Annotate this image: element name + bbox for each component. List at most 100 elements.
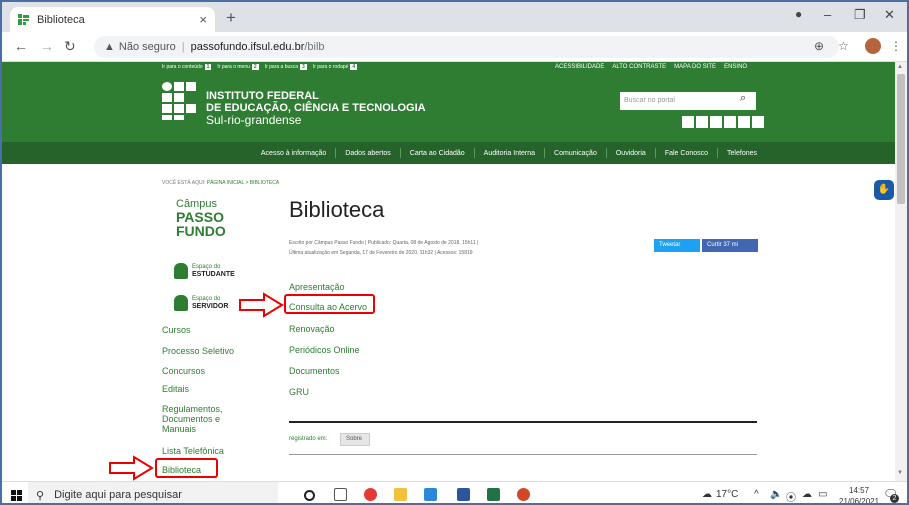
top-links: ACESSIBILIDADE ALTO CONTRASTE MAPA DO SI… bbox=[555, 64, 747, 70]
temperature[interactable]: 17°C bbox=[716, 489, 738, 500]
powerpoint-icon[interactable] bbox=[517, 488, 530, 501]
chrome-icon[interactable] bbox=[364, 488, 377, 501]
page-viewport: Ir para o conteúdo 1 Ir para o menu 2 Ir p… bbox=[2, 62, 895, 481]
profile-indicator-icon[interactable]: ● bbox=[795, 7, 802, 21]
app-icon[interactable] bbox=[424, 488, 437, 501]
tab-strip: Biblioteca × + ● – ❐ ✕ bbox=[2, 2, 907, 32]
bookmark-star-icon[interactable]: ☆ bbox=[838, 39, 849, 53]
reload-icon[interactable]: ↻ bbox=[64, 38, 76, 55]
espaco-servidor-link[interactable]: Espaço do SERVIDOR bbox=[174, 295, 228, 311]
accessibility-widget-icon[interactable]: ✋ bbox=[874, 180, 894, 200]
menu-fale-conosco[interactable]: Fale Conosco bbox=[665, 150, 708, 157]
forward-arrow-icon[interactable]: → bbox=[40, 38, 54, 54]
content-divider bbox=[289, 421, 757, 423]
sidebar-item-regulamentos[interactable]: Regulamentos, Documentos e Manuais bbox=[162, 404, 252, 434]
top-link-ensino[interactable]: ENSINO bbox=[724, 64, 747, 70]
volume-icon[interactable]: 🔈 bbox=[770, 489, 782, 500]
sidebar-item-processo-seletivo[interactable]: Processo Seletivo bbox=[162, 346, 252, 356]
menu-dots-icon[interactable]: ⋮ bbox=[890, 39, 902, 53]
link-apresentacao[interactable]: Apresentação bbox=[289, 282, 345, 292]
tweet-button[interactable]: Tweetar bbox=[654, 239, 700, 252]
wifi-icon[interactable]: ⦿ bbox=[786, 489, 796, 503]
menu-dados-abertos[interactable]: Dados abertos bbox=[345, 150, 391, 157]
file-explorer-icon[interactable] bbox=[394, 488, 407, 501]
taskbar-search-input[interactable]: ⚲ Digite aqui para pesquisar bbox=[28, 482, 278, 503]
highlight-biblioteca bbox=[155, 458, 218, 478]
menu-auditoria-interna[interactable]: Auditoria Interna bbox=[484, 150, 535, 157]
taskbar-clock[interactable]: 14:57 21/06/2021 bbox=[839, 485, 879, 503]
tray-chevron-icon[interactable]: ^ bbox=[754, 489, 759, 500]
student-icon bbox=[174, 263, 188, 279]
access-link[interactable]: Ir para a busca 3 bbox=[265, 64, 307, 70]
url-field[interactable]: ▲ Não seguro | passofundo.ifsul.edu.br/b… bbox=[94, 36, 839, 58]
word-icon[interactable] bbox=[457, 488, 470, 501]
menu-ouvidoria[interactable]: Ouvidoria bbox=[616, 150, 646, 157]
windows-start-icon[interactable] bbox=[11, 490, 22, 501]
restore-icon[interactable]: ❐ bbox=[854, 7, 866, 23]
zoom-icon[interactable]: ⊕ bbox=[814, 39, 824, 53]
page-scrollbar[interactable]: ▲ ▼ bbox=[895, 62, 907, 481]
institution-name[interactable]: INSTITUTO FEDERAL DE EDUCAÇÃO, CIÊNCIA E… bbox=[206, 90, 426, 126]
browser-window: Biblioteca × + ● – ❐ ✕ ← → ↻ ▲ Não segur… bbox=[0, 0, 909, 505]
tab-title: Biblioteca bbox=[37, 13, 85, 26]
espaco-estudante-link[interactable]: Espaço do ESTUDANTE bbox=[174, 263, 235, 279]
top-link-alto-contraste[interactable]: ALTO CONTRASTE bbox=[612, 64, 666, 70]
portal-search-input[interactable]: Buscar no portal bbox=[620, 92, 756, 110]
tab-biblioteca[interactable]: Biblioteca × bbox=[10, 7, 215, 32]
close-window-icon[interactable]: ✕ bbox=[884, 7, 895, 23]
user-avatar[interactable] bbox=[865, 38, 881, 54]
site-header: Ir para o conteúdo 1 Ir para o menu 2 Ir p… bbox=[2, 62, 895, 142]
scrollbar-thumb[interactable] bbox=[897, 74, 905, 204]
access-link[interactable]: Ir para o rodapé 4 bbox=[313, 64, 358, 70]
email-icon[interactable] bbox=[682, 116, 694, 128]
not-secure-label: Não seguro bbox=[118, 41, 176, 53]
annotation-arrow-icon bbox=[239, 292, 284, 318]
social-icons bbox=[682, 116, 764, 128]
battery-icon[interactable]: ▭ bbox=[818, 489, 827, 500]
ifsul-logo-icon[interactable] bbox=[162, 82, 196, 120]
tab-close-icon[interactable]: × bbox=[199, 12, 207, 27]
tag-sobre[interactable]: Sobre bbox=[340, 433, 370, 446]
sidebar-item-cursos[interactable]: Cursos bbox=[162, 325, 252, 335]
link-periodicos-online[interactable]: Periódicos Online bbox=[289, 345, 360, 355]
campus-logo[interactable]: Câmpus PASSO FUNDO bbox=[176, 198, 226, 238]
menu-acesso-informacao[interactable]: Acesso à informação bbox=[261, 150, 326, 157]
onedrive-icon[interactable]: ☁ bbox=[802, 489, 812, 500]
top-link-mapa-do-site[interactable]: MAPA DO SITE bbox=[674, 64, 716, 70]
notification-count-badge: 2 bbox=[890, 494, 899, 503]
menu-carta-cidadao[interactable]: Carta ao Cidadão bbox=[410, 150, 465, 157]
link-renovacao[interactable]: Renovação bbox=[289, 324, 335, 334]
top-link-acessibilidade[interactable]: ACESSIBILIDADE bbox=[555, 64, 604, 70]
menu-comunicacao[interactable]: Comunicação bbox=[554, 150, 597, 157]
access-link[interactable]: Ir para o conteúdo 1 bbox=[162, 64, 212, 70]
page-title: Biblioteca bbox=[289, 197, 385, 222]
instagram-icon[interactable] bbox=[738, 116, 750, 128]
highlight-consulta-acervo bbox=[284, 294, 375, 314]
search-icon[interactable]: ⌕ bbox=[740, 92, 890, 105]
rss-icon[interactable] bbox=[752, 116, 764, 128]
cortana-icon[interactable] bbox=[304, 490, 315, 501]
weather-icon[interactable]: ☁ bbox=[702, 489, 712, 500]
sidebar-item-concursos[interactable]: Concursos bbox=[162, 366, 252, 376]
task-view-icon[interactable] bbox=[334, 488, 347, 501]
menu-telefones[interactable]: Telefones bbox=[727, 150, 757, 157]
url-host: passofundo.ifsul.edu.br bbox=[190, 41, 305, 53]
link-documentos[interactable]: Documentos bbox=[289, 366, 340, 376]
breadcrumb-path[interactable]: PÁGINA INICIAL > BIBLIOTECA bbox=[207, 180, 279, 186]
link-gru[interactable]: GRU bbox=[289, 387, 309, 397]
sidebar-item-lista-telefonica[interactable]: Lista Telefônica bbox=[162, 446, 252, 456]
twitter-icon[interactable] bbox=[710, 116, 722, 128]
excel-icon[interactable] bbox=[487, 488, 500, 501]
facebook-like-button[interactable]: Curtir 37 mi bbox=[702, 239, 758, 252]
facebook-icon[interactable] bbox=[696, 116, 708, 128]
new-tab-button[interactable]: + bbox=[226, 8, 236, 28]
back-arrow-icon[interactable]: ← bbox=[14, 38, 28, 54]
footer-divider bbox=[289, 454, 757, 455]
minimize-icon[interactable]: – bbox=[824, 7, 831, 22]
ifsul-favicon-icon bbox=[18, 14, 29, 25]
access-link[interactable]: Ir para o menu 2 bbox=[217, 64, 259, 70]
access-links: Ir para o conteúdo 1 Ir para o menu 2 Ir p… bbox=[162, 64, 358, 70]
flickr-icon[interactable] bbox=[724, 116, 736, 128]
sidebar-item-editais[interactable]: Editais bbox=[162, 384, 252, 394]
article-meta: Escrito por Câmpus Passo Fundo | Publica… bbox=[289, 240, 479, 256]
